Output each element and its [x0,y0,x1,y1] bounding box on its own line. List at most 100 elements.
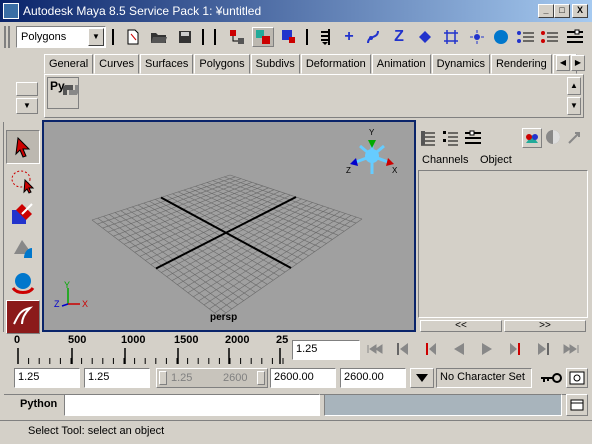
selection-mask-icon[interactable] [314,27,336,47]
axis-indicator: Y X Z [52,280,92,312]
ipr-render-icon[interactable] [514,27,536,47]
tab-rendering[interactable]: Rendering [490,54,552,74]
channel-box-next-button[interactable]: >> [504,320,586,332]
step-forward-key-icon[interactable] [504,338,526,360]
playback-start-field[interactable]: 1.25 [84,368,150,388]
toolbar-separator[interactable] [200,26,206,48]
go-to-end-icon[interactable] [560,338,582,360]
maximize-button[interactable]: □ [554,4,570,18]
toolbar-separator[interactable] [212,26,218,48]
channel-box-prev-button[interactable]: << [420,320,502,332]
time-tick-label: 1500 [174,334,199,346]
menu-set-selector[interactable]: Polygons ▼ [16,26,106,48]
rotate-tool-icon[interactable] [6,266,40,300]
go-to-start-icon[interactable] [364,338,386,360]
time-tick-label: 0 [14,334,21,346]
select-by-hierarchy-icon[interactable] [226,27,248,47]
new-scene-icon[interactable] [122,27,144,47]
toolbox-grip [0,122,4,332]
tab-surfaces[interactable]: Surfaces [139,54,194,74]
tab-deformation[interactable]: Deformation [300,54,371,74]
shelf-tab-options-button[interactable] [16,82,38,96]
tab-subdivs[interactable]: Subdivs [250,54,300,74]
tab-general[interactable]: General [44,54,94,74]
select-by-component-icon[interactable] [278,27,300,47]
auto-key-icon[interactable] [538,368,564,388]
hypershade-pointer-icon[interactable] [566,128,586,148]
time-slider[interactable]: 0 500 1000 1500 2000 25 [14,334,290,366]
object-menu[interactable]: Object [480,154,512,166]
snap-to-curve-icon[interactable] [362,27,384,47]
snap-to-point-icon[interactable]: Z [388,27,410,47]
compass-z-label: Z [346,166,351,175]
toolbar-separator[interactable] [110,26,116,48]
animation-preferences-icon[interactable] [566,368,588,388]
range-end-handle[interactable] [257,371,265,385]
render-view-icon[interactable] [544,128,564,148]
play-backwards-icon[interactable] [448,338,470,360]
toolbar-separator[interactable] [326,26,332,48]
help-line-text: Select Tool: select an object [28,425,165,437]
start-time-field[interactable]: 1.25 [14,368,80,388]
range-start-handle[interactable] [159,371,167,385]
character-set-field[interactable]: No Character Set [436,368,532,388]
chevron-down-icon[interactable]: ▼ [88,28,104,46]
end-time-field[interactable]: 2600.00 [340,368,406,388]
character-set-dropdown-button[interactable] [410,368,434,388]
save-scene-icon[interactable] [174,27,196,47]
channels-menu[interactable]: Channels [422,154,468,166]
playback-end-field[interactable]: 2600.00 [270,368,336,388]
render-icon[interactable] [490,27,512,47]
step-back-key-icon[interactable] [420,338,442,360]
scale-tool-icon[interactable] [6,300,40,334]
menu-set-value: Polygons [21,31,67,43]
channel-box-toggle-icon[interactable] [420,130,436,146]
tool-settings-toggle-icon[interactable] [464,130,482,146]
command-input[interactable] [64,394,320,416]
shelf-scroll-up[interactable]: ▲ [567,77,581,95]
toolbar-separator[interactable] [304,26,310,48]
shelf-tab-scroll-right[interactable]: ▶ [571,55,585,71]
make-live-icon[interactable] [440,27,462,47]
paint-selection-tool-icon[interactable] [6,198,40,232]
layer-editor-icon[interactable] [522,128,542,148]
camera-label: persp [210,312,238,323]
attribute-editor-toggle-icon[interactable] [442,130,458,146]
script-editor-icon[interactable] [566,394,588,416]
tab-curves[interactable]: Curves [94,54,139,74]
compass-x-label: X [392,166,398,175]
lasso-tool-icon[interactable] [6,164,40,198]
close-button[interactable]: X [572,4,588,18]
render-settings-icon[interactable] [538,27,560,47]
title-bar: Autodesk Maya 8.5 Service Pack 1: ¥untit… [0,0,592,22]
select-by-object-icon[interactable] [252,27,274,47]
open-scene-icon[interactable] [148,27,170,47]
play-forwards-icon[interactable] [476,338,498,360]
tab-animation[interactable]: Animation [371,54,431,74]
snap-to-plane-icon[interactable] [414,27,436,47]
current-time-field[interactable]: 1.25 [292,340,360,360]
toolbar-grip[interactable] [4,26,12,48]
move-tool-icon[interactable] [6,232,40,266]
shelf-menu-area: ▼ [4,54,40,120]
shelf-tab-scroll-left[interactable]: ◀ [556,55,570,71]
shelf-scroll-down[interactable]: ▼ [567,97,581,115]
python-shelf-button[interactable]: Py [47,77,79,109]
snap-to-grid-icon[interactable]: + [338,27,360,47]
command-language-label[interactable]: Python [20,398,57,410]
hypershade-icon[interactable] [564,27,586,47]
channel-list[interactable] [418,170,588,318]
tab-polygons[interactable]: Polygons [194,54,250,74]
tab-dynamics[interactable]: Dynamics [431,54,490,74]
view-cube-compass[interactable]: Y X Z [346,128,398,188]
minimize-button[interactable]: _ [538,4,554,18]
shelf-menu-button[interactable]: ▼ [16,98,38,114]
history-icon[interactable] [466,27,488,47]
range-slider[interactable]: 1.25 2600 [156,368,268,388]
shelf-content: Py ▲ ▼ [44,74,584,118]
range-slider-start-value: 1.25 [171,372,193,384]
step-forward-icon[interactable] [532,338,554,360]
select-tool-icon[interactable] [6,130,40,164]
step-back-icon[interactable] [392,338,414,360]
perspective-viewport[interactable]: persp Y X Z Y X Z [42,120,416,332]
